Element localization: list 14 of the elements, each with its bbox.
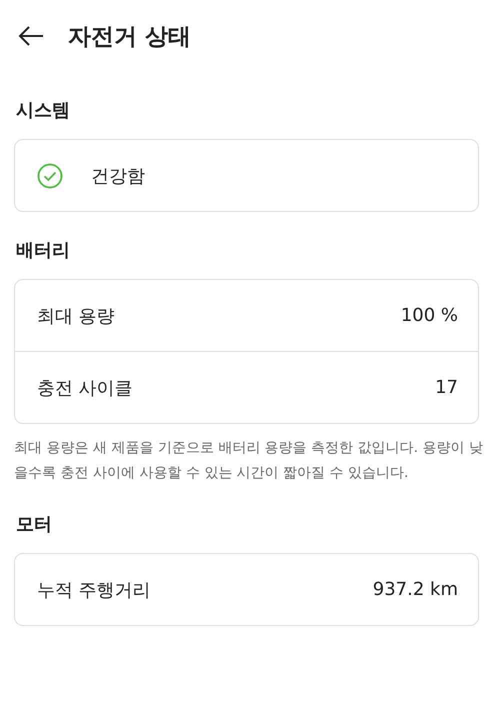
section-heading: 모터 [15,513,53,537]
back-arrow-icon[interactable] [18,26,44,46]
section-heading: 시스템 [15,99,71,123]
status-text: 건강함 [91,164,146,188]
check-circle-icon [37,162,63,188]
row-value: 17 [435,377,458,398]
section-heading: 배터리 [15,239,71,263]
page-title: 자전거 상태 [68,22,192,52]
row-value: 937.2 km [372,579,458,600]
row-value: 100 % [400,305,458,326]
row-label: 최대 용량 [37,304,116,328]
note-text: 최대 용량은 새 제품을 기준으로 배터리 용량을 측정한 값입니다. 용량이 낮을수록 충전 사이에 사용할 수 있는 시간이 짧아질 수 있습니다. [14,439,484,483]
row-label: 누적 주행거리 [37,578,152,602]
row-label: 충전 사이클 [37,376,134,400]
